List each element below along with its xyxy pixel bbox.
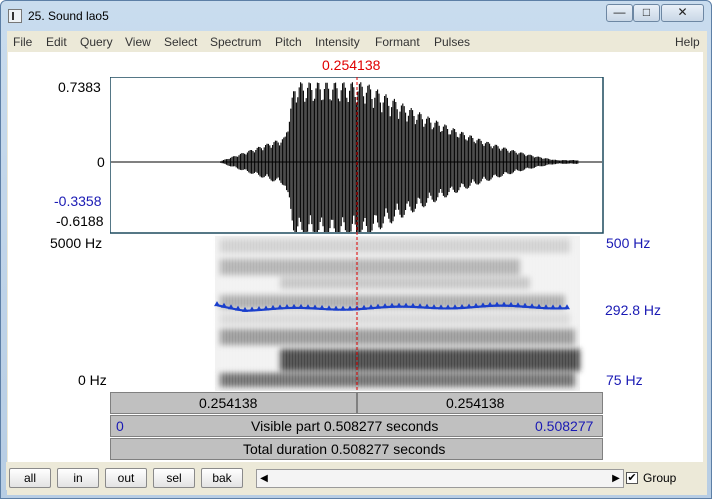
horizontal-scrollbar[interactable]: ◀ ▶ [256,469,624,488]
total-duration-label: Total duration 0.508277 seconds [243,441,446,457]
zoom-in-button[interactable]: in [57,468,99,488]
title-bar[interactable]: 25. Sound lao5 — □ ✕ [1,1,711,31]
pitch-value-label: 292.8 Hz [605,302,662,318]
bottom-toolbar: all in out sel bak ◀ ▶ ✔ Group [6,462,706,490]
visible-part-bar[interactable]: 0 Visible part 0.508277 seconds 0.508277 [110,415,603,437]
visible-end-label: 0.508277 [535,418,594,434]
menu-spectrum[interactable]: Spectrum [210,35,261,49]
window-title: 25. Sound lao5 [28,9,109,23]
waveform-max-label: 0.7383 [58,79,101,95]
menu-pulses[interactable]: Pulses [434,35,470,49]
left-time-label: 0.254138 [199,395,258,411]
praat-app-icon[interactable] [8,9,22,23]
waveform-cursor-value-label: -0.3358 [54,193,102,209]
menu-pitch[interactable]: Pitch [275,35,302,49]
visible-start-label: 0 [116,418,124,434]
spectrogram-top-label: 5000 Hz [50,235,103,251]
spectrogram-bottom-label: 0 Hz [78,372,107,388]
left-time-bar[interactable]: 0.254138 [110,392,357,414]
close-button[interactable]: ✕ [661,4,704,22]
scroll-right-icon[interactable]: ▶ [609,470,623,487]
menu-formant[interactable]: Formant [375,35,420,49]
menu-file[interactable]: File [13,35,32,49]
zoom-sel-button[interactable]: sel [153,468,195,488]
cursor-time-label: 0.254138 [322,57,381,73]
minimize-button[interactable]: — [606,4,633,22]
spectrogram [215,236,580,391]
menu-bar: File Edit Query View Select Spectrum Pit… [7,31,707,52]
visible-part-label: Visible part 0.508277 seconds [251,418,439,434]
zoom-out-button[interactable]: out [105,468,147,488]
maximize-button[interactable]: □ [633,4,660,22]
group-checkbox[interactable]: ✔ [626,472,638,484]
menu-select[interactable]: Select [164,35,197,49]
sound-plot[interactable] [110,77,604,391]
zoom-back-button[interactable]: bak [201,468,243,488]
menu-edit[interactable]: Edit [46,35,67,49]
waveform-min-label: -0.6188 [56,213,104,229]
pitch-bottom-label: 75 Hz [606,372,643,388]
menu-view[interactable]: View [125,35,151,49]
scroll-left-icon[interactable]: ◀ [257,470,271,487]
right-time-label: 0.254138 [446,395,505,411]
group-checkbox-label: Group [643,471,677,485]
menu-help[interactable]: Help [675,35,700,49]
menu-query[interactable]: Query [80,35,113,49]
menu-intensity[interactable]: Intensity [315,35,360,49]
total-duration-bar[interactable]: Total duration 0.508277 seconds [110,438,603,460]
waveform-zero-label: 0 [97,154,105,170]
right-time-bar[interactable]: 0.254138 [357,392,603,414]
pitch-top-label: 500 Hz [606,235,651,251]
zoom-all-button[interactable]: all [9,468,51,488]
